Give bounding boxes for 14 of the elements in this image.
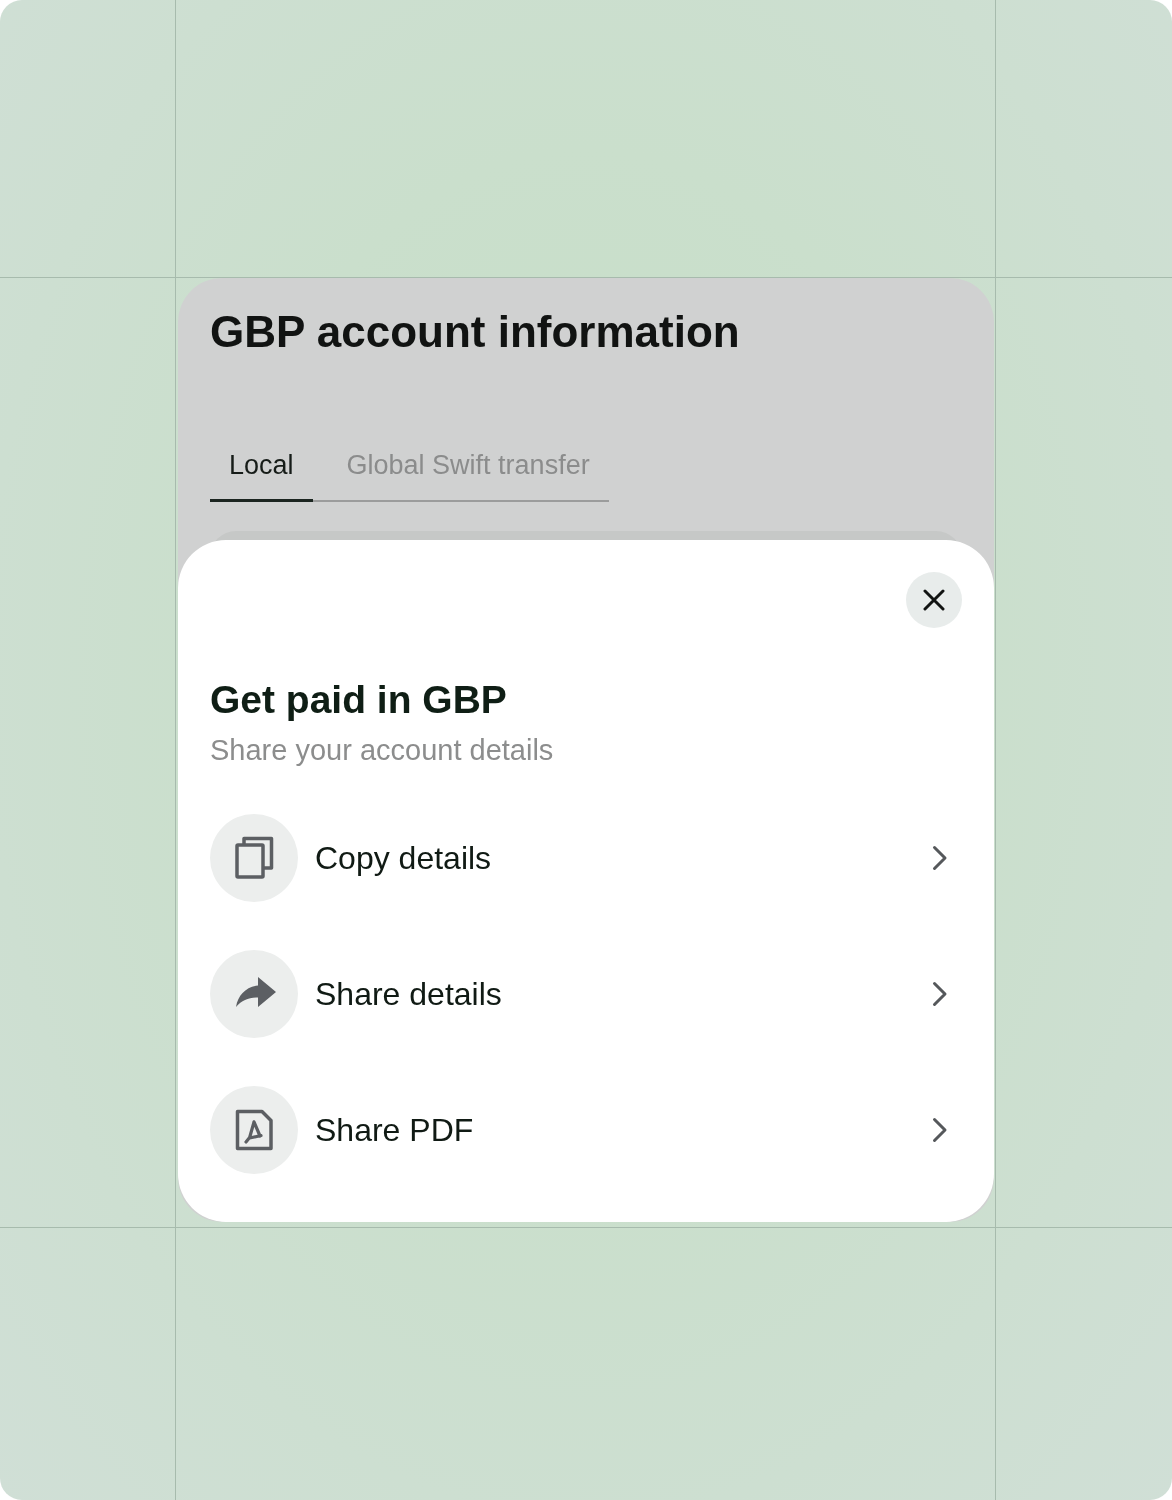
action-list-item[interactable]: Share PDF <box>210 1086 962 1174</box>
sheet-subtitle: Share your account details <box>210 733 554 767</box>
close-button[interactable] <box>906 572 962 628</box>
tab[interactable]: Local <box>210 438 313 502</box>
copy-icon <box>210 814 298 902</box>
chevron-right-icon <box>932 1117 948 1143</box>
close-icon <box>923 589 945 611</box>
pdf-file-icon <box>210 1086 298 1174</box>
chevron-right-icon <box>932 845 948 871</box>
chevron-right-icon <box>932 981 948 1007</box>
sheet-title: Get paid in GBP <box>210 677 507 723</box>
action-list-item[interactable]: Share details <box>210 950 962 1038</box>
page-title: GBP account information <box>210 306 740 358</box>
action-list-item[interactable]: Copy details <box>210 814 962 902</box>
